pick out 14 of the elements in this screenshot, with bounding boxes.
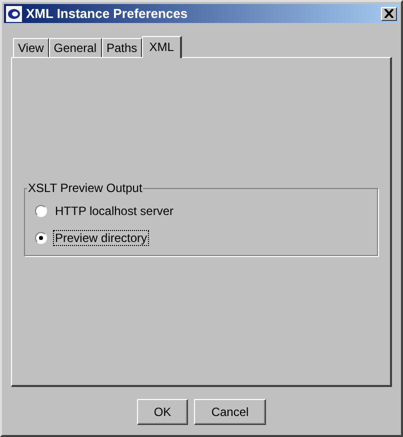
radio-button[interactable] (35, 232, 47, 244)
tab[interactable]: View (13, 38, 49, 57)
tab[interactable]: XML (142, 36, 182, 58)
window-title: XML Instance Preferences (26, 6, 189, 21)
app-icon (6, 6, 22, 22)
radio-label[interactable]: Preview directory (53, 230, 150, 246)
close-icon (384, 9, 394, 18)
radio-label[interactable]: HTTP localhost server (53, 202, 176, 218)
radio-button[interactable] (35, 204, 47, 216)
tab[interactable]: General (48, 38, 102, 57)
group-title: XSLT Preview Output (27, 181, 144, 195)
close-button[interactable] (381, 6, 397, 20)
dialog-button[interactable]: OK (137, 399, 188, 425)
dialog-button[interactable]: Cancel (194, 399, 266, 425)
